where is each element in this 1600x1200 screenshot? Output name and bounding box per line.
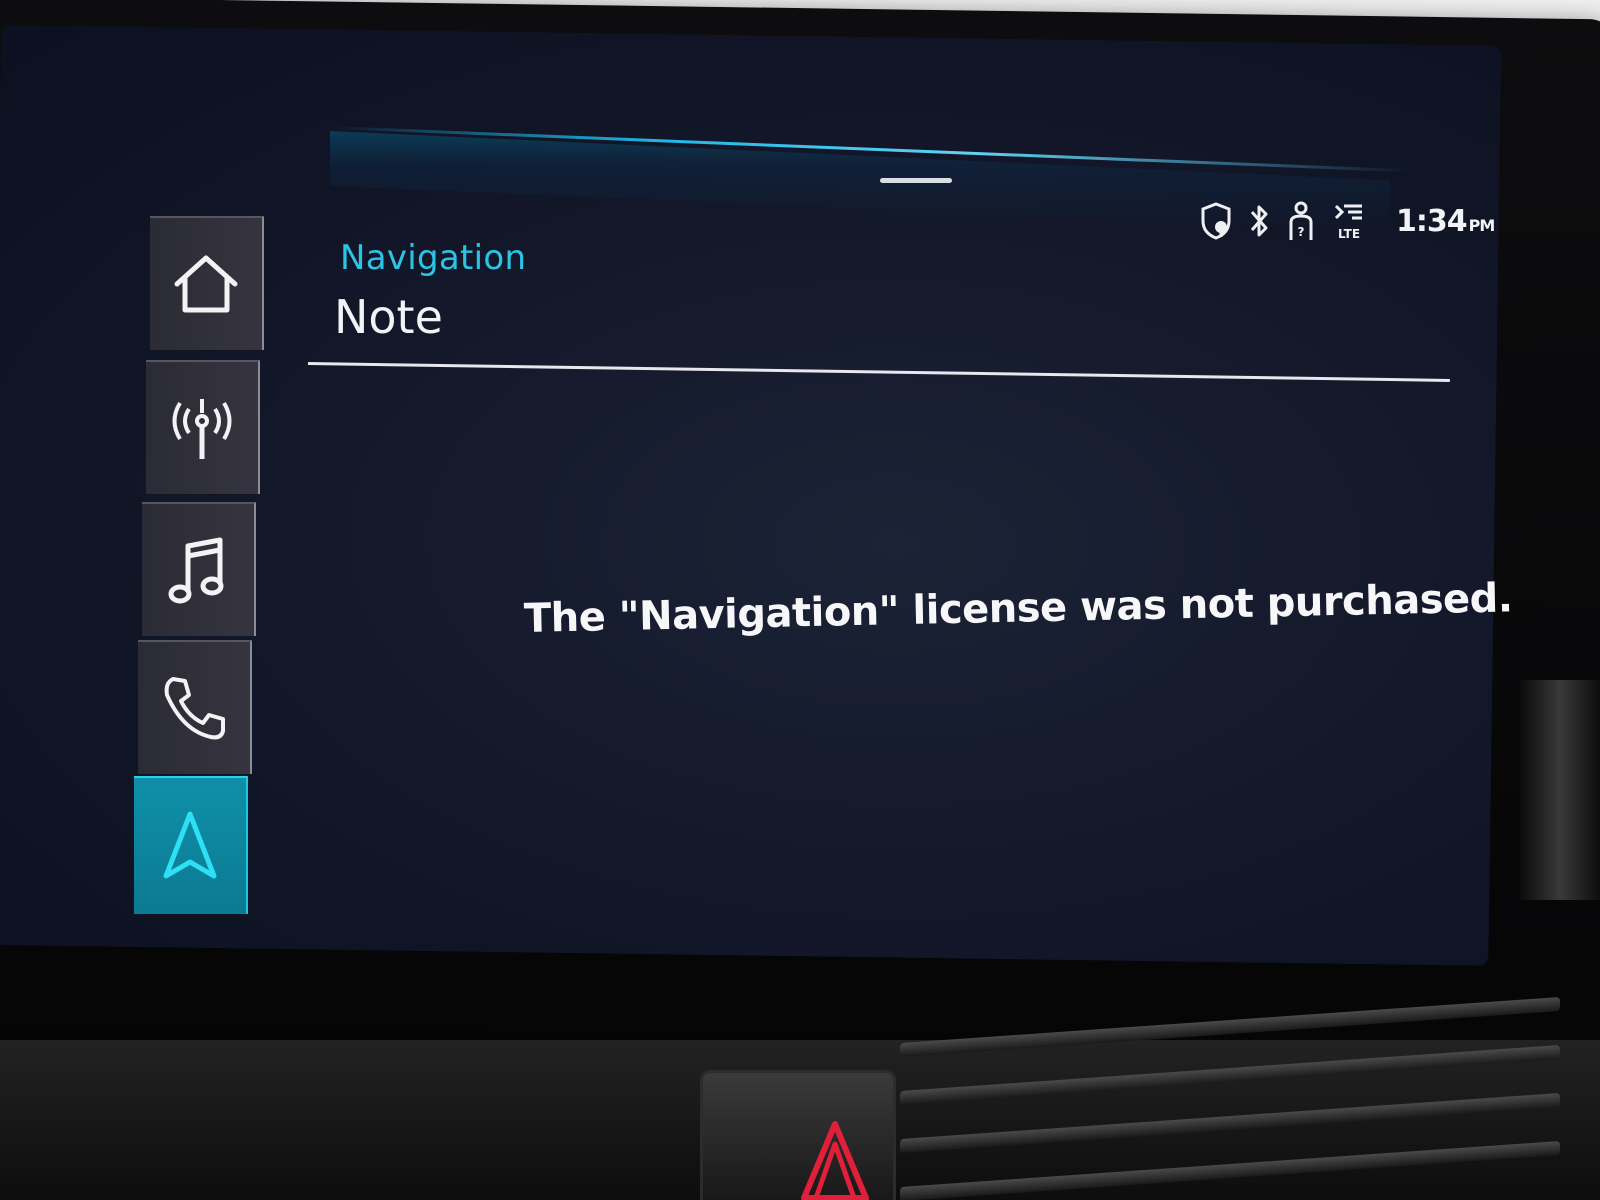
car-dashboard-scene: Navigation Note ? LTE 1:34 PM The "Navig… bbox=[0, 0, 1600, 1200]
music-note-icon bbox=[166, 534, 230, 606]
screen-content: Navigation Note ? LTE 1:34 PM The "Navig… bbox=[0, 0, 1600, 1200]
sidebar-item-radio[interactable] bbox=[146, 360, 260, 494]
sidebar-item-home[interactable] bbox=[150, 216, 264, 350]
sidebar-item-media[interactable] bbox=[142, 502, 256, 636]
radio-antenna-icon bbox=[167, 393, 237, 463]
status-bar: ? LTE 1:34 PM bbox=[1200, 196, 1495, 246]
svg-text:LTE: LTE bbox=[1338, 227, 1360, 241]
clock-time: 1:34 bbox=[1396, 203, 1468, 239]
bluetooth-icon[interactable] bbox=[1248, 202, 1270, 240]
clock: 1:34 PM bbox=[1396, 203, 1496, 239]
lte-signal-icon[interactable]: LTE bbox=[1332, 200, 1366, 242]
vent-slat bbox=[900, 1044, 1560, 1106]
driver-profile-icon[interactable]: ? bbox=[1286, 200, 1316, 242]
air-vent bbox=[900, 996, 1560, 1200]
main-menu-sidebar bbox=[130, 200, 264, 914]
vent-slat bbox=[900, 1140, 1560, 1200]
breadcrumb: Navigation bbox=[340, 238, 527, 278]
license-message: The "Navigation" license was not purchas… bbox=[523, 575, 1513, 642]
sidebar-item-navigation[interactable] bbox=[134, 776, 248, 914]
privacy-shield-icon[interactable] bbox=[1200, 201, 1232, 241]
svg-text:?: ? bbox=[1298, 225, 1305, 239]
home-icon bbox=[171, 252, 241, 316]
vent-slat bbox=[900, 1092, 1560, 1154]
dashboard-trim bbox=[1520, 680, 1600, 900]
navigation-arrow-icon bbox=[160, 810, 220, 882]
sidebar-item-phone[interactable] bbox=[138, 640, 252, 774]
header-divider bbox=[307, 362, 1450, 382]
vent-slat bbox=[900, 996, 1560, 1058]
page-title: Note bbox=[334, 290, 443, 344]
pull-down-handle[interactable] bbox=[880, 178, 952, 183]
clock-ampm: PM bbox=[1468, 215, 1496, 235]
phone-icon bbox=[159, 673, 229, 743]
hazard-triangle-icon bbox=[801, 1121, 869, 1200]
